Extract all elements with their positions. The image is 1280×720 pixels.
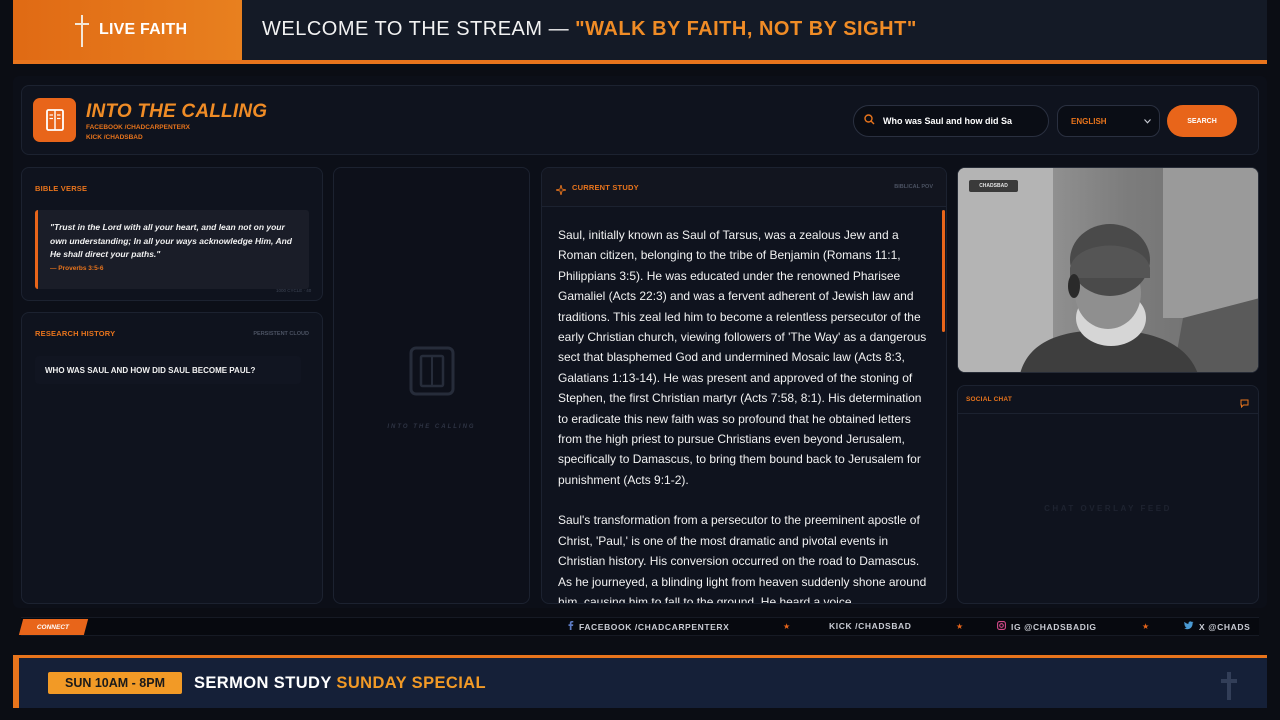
research-history-card: RESEARCH HISTORY PERSISTENT CLOUD WHO WA… bbox=[21, 312, 323, 604]
ticker-item-facebook[interactable]: FACEBOOK /CHADCARPENTERX bbox=[567, 621, 729, 632]
research-history-title: RESEARCH HISTORY bbox=[35, 329, 116, 338]
book-icon bbox=[408, 345, 456, 397]
main-panel: INTO THE CALLING FACEBOOK /CHADCARPENTER… bbox=[13, 76, 1267, 608]
language-value: ENGLISH bbox=[1071, 116, 1107, 126]
connect-tag: CONNECT bbox=[18, 619, 89, 635]
chat-overlay-feed: CHAT OVERLAY FEED bbox=[1044, 504, 1172, 513]
current-study-tag: BIBLICAL POV bbox=[894, 184, 933, 190]
placeholder-label: INTO THE CALLING bbox=[387, 424, 476, 430]
ticker-label: FACEBOOK /CHADCARPENTERX bbox=[579, 621, 730, 632]
verse-text: "Trust in the Lord with all your heart, … bbox=[50, 222, 292, 259]
search-icon bbox=[864, 112, 875, 130]
search-field[interactable] bbox=[853, 105, 1049, 137]
welcome-message: WELCOME TO THE STREAM — "WALK BY FAITH, … bbox=[262, 18, 917, 41]
current-study-title: CURRENT STUDY bbox=[572, 183, 639, 192]
ticker-star-separator: ★ bbox=[783, 622, 791, 631]
bible-verse-title: BIBLE VERSE bbox=[35, 184, 88, 193]
current-study-card: CURRENT STUDY BIBLICAL POV Saul, initial… bbox=[541, 167, 947, 604]
top-banner-accent-line bbox=[13, 60, 1267, 64]
history-item[interactable]: WHO WAS SAUL AND HOW DID SAUL BECOME PAU… bbox=[35, 356, 301, 384]
ticker-item-x[interactable]: X @CHADS bbox=[1184, 621, 1250, 632]
bible-verse-card: BIBLE VERSE "Trust in the Lord with all … bbox=[21, 167, 323, 301]
brand-box: LIVE FAITH bbox=[13, 0, 242, 60]
instagram-icon bbox=[997, 621, 1006, 632]
bird-icon bbox=[1184, 621, 1194, 632]
verse-reference: — Proverbs 3:5-6 bbox=[50, 264, 104, 272]
search-input[interactable] bbox=[883, 116, 1033, 126]
search-button[interactable]: SEARCH bbox=[1167, 105, 1237, 137]
facebook-icon bbox=[567, 621, 574, 632]
study-paragraph: Saul, initially known as Saul of Tarsus,… bbox=[558, 228, 927, 487]
ticker-label: IG @CHADSBADIG bbox=[1011, 621, 1097, 632]
ticker-star-separator: ★ bbox=[956, 622, 964, 631]
cross-icon bbox=[75, 15, 89, 47]
bottom-bar: SUN 10AM - 8PM SERMON STUDY SUNDAY SPECI… bbox=[13, 655, 1267, 708]
webcam-feed: CHADSBAD bbox=[957, 167, 1259, 373]
ticker-item-kick[interactable]: KICK /CHADSBAD bbox=[829, 621, 912, 631]
cross-icon bbox=[1221, 672, 1237, 700]
social-chat-header: SOCIAL CHAT bbox=[958, 386, 1258, 414]
study-text: Saul, initially known as Saul of Tarsus,… bbox=[558, 225, 930, 604]
social-chat-card: SOCIAL CHAT CHAT OVERLAY FEED bbox=[957, 385, 1259, 604]
page-title: INTO THE CALLING bbox=[86, 101, 268, 122]
ticker-label: X @CHADS bbox=[1199, 621, 1251, 632]
connect-label: CONNECT bbox=[37, 623, 70, 631]
study-scrollbar[interactable] bbox=[942, 210, 945, 332]
current-study-header: CURRENT STUDY BIBLICAL POV bbox=[542, 168, 946, 207]
kick-handle: KICK /CHADSBAD bbox=[86, 134, 143, 141]
book-icon bbox=[33, 98, 76, 142]
brand-label: LIVE FAITH bbox=[99, 21, 188, 38]
welcome-prefix: WELCOME TO THE STREAM — bbox=[262, 18, 570, 40]
verse-box: "Trust in the Lord with all your heart, … bbox=[35, 210, 309, 289]
top-banner: LIVE FAITH WELCOME TO THE STREAM — "WALK… bbox=[13, 0, 1267, 60]
study-paragraph: Saul's transformation from a persecutor … bbox=[558, 513, 927, 604]
ticker-label: KICK /CHADSBAD bbox=[829, 621, 912, 631]
sermon-highlight: SUNDAY SPECIAL bbox=[336, 674, 486, 692]
sparkle-icon bbox=[555, 182, 567, 200]
ticker-item-instagram[interactable]: IG @CHADSBADIG bbox=[997, 621, 1097, 632]
social-chat-title: SOCIAL CHAT bbox=[966, 396, 1013, 403]
ticker-star-separator: ★ bbox=[1142, 622, 1150, 631]
facebook-handle: FACEBOOK /CHADCARPENTERX bbox=[86, 124, 191, 131]
chevron-down-icon bbox=[1144, 117, 1151, 126]
research-history-tag: PERSISTENT CLOUD bbox=[253, 331, 309, 337]
welcome-quote: "WALK BY FAITH, NOT BY SIGHT" bbox=[575, 18, 917, 40]
sermon-title: SERMON STUDY SUNDAY SPECIAL bbox=[194, 674, 486, 693]
header-card: INTO THE CALLING FACEBOOK /CHADCARPENTER… bbox=[21, 85, 1259, 155]
connect-ticker: CONNECT FACEBOOK /CHADCARPENTERX ★ KICK … bbox=[18, 617, 1259, 636]
chat-bubble-icon bbox=[1240, 395, 1249, 413]
sermon-label: SERMON STUDY bbox=[194, 674, 332, 692]
webcam-image bbox=[958, 168, 1258, 372]
media-placeholder-card: INTO THE CALLING bbox=[333, 167, 530, 604]
camera-name-badge: CHADSBAD bbox=[969, 180, 1018, 192]
verse-cycle-label: 1000 CYCLE · 40 bbox=[276, 288, 312, 293]
schedule-badge: SUN 10AM - 8PM bbox=[48, 672, 182, 694]
language-select[interactable]: ENGLISH bbox=[1057, 105, 1160, 137]
